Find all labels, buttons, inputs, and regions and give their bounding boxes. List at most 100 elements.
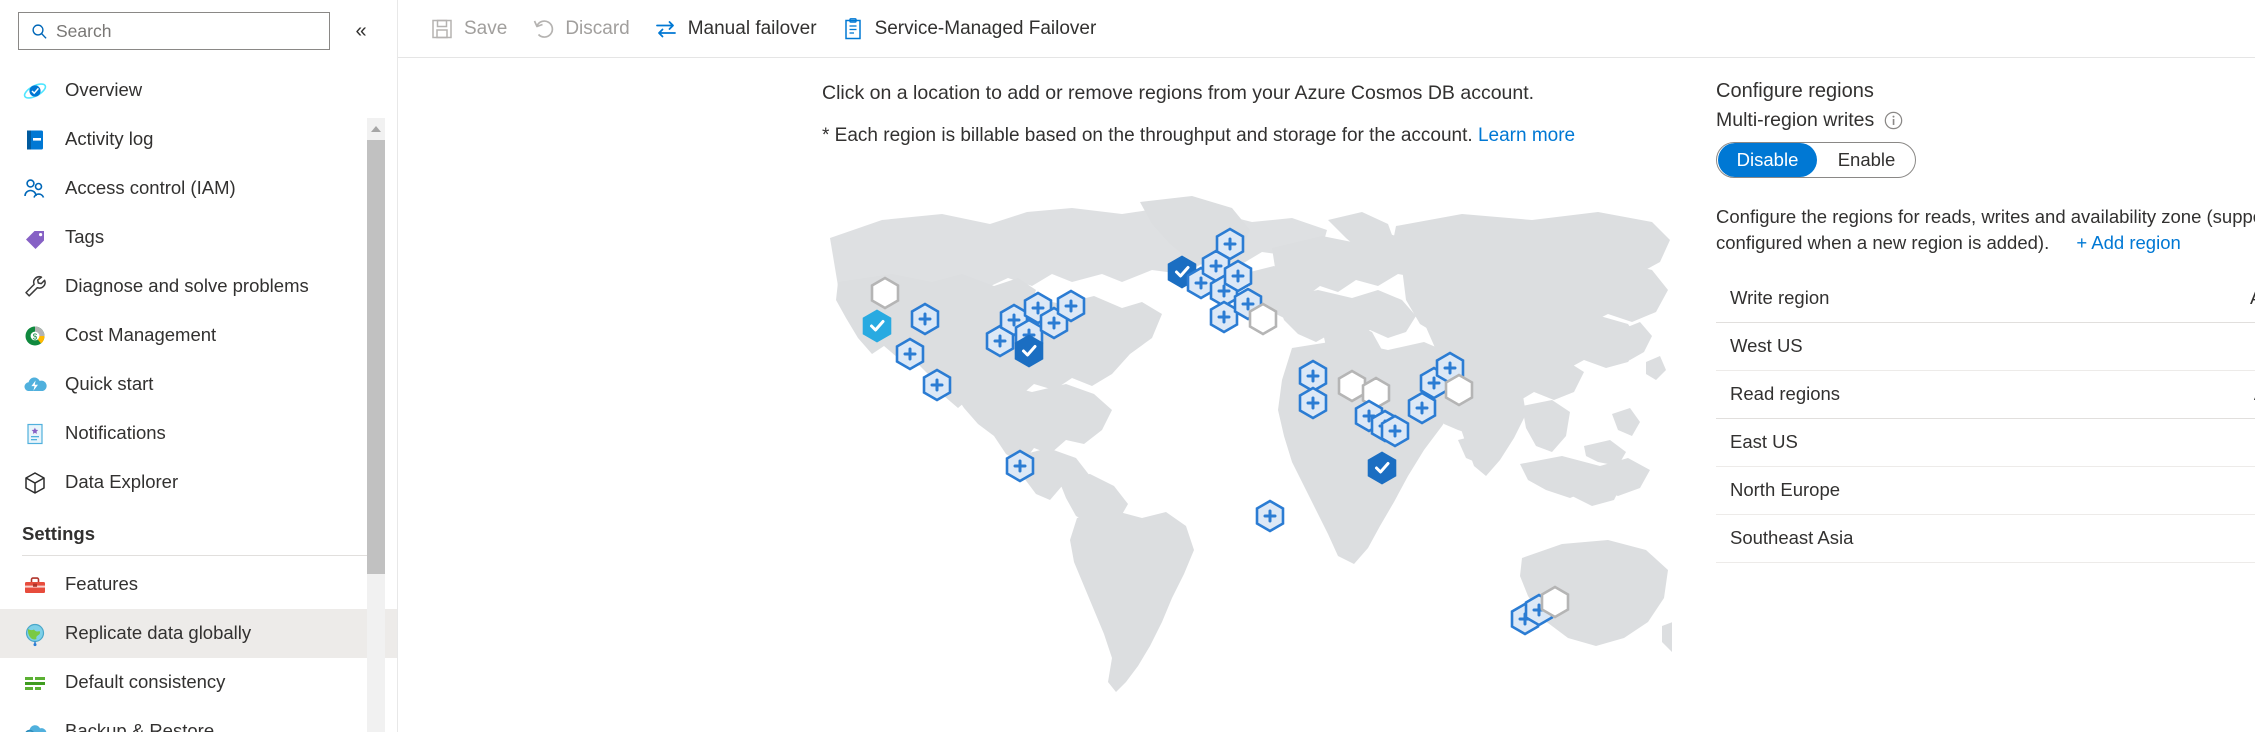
map-region-marker[interactable] (1407, 391, 1437, 425)
search-input[interactable] (56, 20, 306, 42)
activity-log-icon (22, 127, 48, 153)
marker-hexagon (1540, 585, 1570, 619)
sidebar-item-label: Quick start (65, 373, 154, 395)
map-region-marker[interactable] (922, 368, 952, 402)
marker-hexagon (1367, 451, 1397, 485)
access-control-icon (22, 176, 48, 202)
marker-hexagon (1337, 369, 1367, 403)
collapse-sidebar-button[interactable]: « (346, 16, 376, 46)
globe-icon (22, 621, 48, 647)
map-region-marker[interactable] (1298, 386, 1328, 420)
sidebar-item-label: Default consistency (65, 671, 226, 693)
world-map[interactable] (822, 178, 1672, 698)
map-region-marker[interactable] (1005, 449, 1035, 483)
map-region-marker[interactable] (1337, 369, 1367, 403)
sidebar-item-label: Features (65, 573, 139, 595)
sidebar-scrollbar-track[interactable] (367, 118, 385, 732)
command-toolbar: Save Discard Manual failover Service-Man… (398, 0, 2255, 58)
read-regions-header-row: Read regions Availability Zone Action (1716, 371, 2255, 419)
azure-portal-replicate-data-globally: « Overview (0, 0, 2255, 732)
map-region-marker[interactable] (1444, 373, 1474, 407)
world-map-svg[interactable] (822, 178, 1672, 698)
multi-region-writes-row: Multi-region writes (1716, 109, 2255, 132)
discard-button[interactable]: Discard (521, 11, 643, 47)
sidebar-item-label: Replicate data globally (65, 622, 252, 644)
map-region-marker[interactable] (862, 309, 892, 343)
sidebar-item-diagnose[interactable]: Diagnose and solve problems (0, 262, 397, 311)
map-pane: Click on a location to add or remove reg… (822, 82, 1682, 698)
intro-text: Click on a location to add or remove reg… (822, 82, 1535, 104)
add-region-link[interactable]: + Add region (2076, 232, 2180, 253)
map-region-marker[interactable] (1255, 499, 1285, 533)
info-icon[interactable] (1884, 111, 1903, 130)
sidebar-item-label: Data Explorer (65, 471, 179, 493)
sidebar-item-label: Access control (IAM) (65, 177, 236, 199)
service-managed-failover-button[interactable]: Service-Managed Failover (831, 11, 1111, 47)
multi-region-writes-label: Multi-region writes (1716, 109, 1875, 131)
consistency-icon (22, 670, 48, 696)
table-row[interactable]: North Europe (1716, 467, 2255, 515)
map-region-marker[interactable] (1380, 414, 1410, 448)
map-region-marker[interactable] (1209, 300, 1239, 334)
table-row[interactable]: East US (1716, 419, 2255, 467)
sidebar-item-data-explorer[interactable]: Data Explorer (0, 458, 397, 507)
learn-more-link[interactable]: Learn more (1478, 125, 1575, 146)
sidebar-divider (22, 555, 375, 556)
marker-hexagon (1014, 334, 1044, 368)
manual-failover-label: Manual failover (687, 17, 817, 39)
map-region-marker[interactable] (1223, 259, 1253, 293)
sidebar-item-features[interactable]: Features (0, 560, 397, 609)
map-region-marker[interactable] (1367, 451, 1397, 485)
map-region-marker[interactable] (870, 276, 900, 310)
sidebar-scrollbar-thumb[interactable] (367, 140, 385, 574)
main-content: Save Discard Manual failover Service-Man… (398, 0, 2255, 732)
read-region-name: East US (1730, 431, 1798, 453)
sidebar-item-quick-start[interactable]: Quick start (0, 360, 397, 409)
search-box[interactable] (18, 12, 330, 50)
sidebar-item-label: Tags (65, 226, 105, 248)
scroll-up-arrow-icon[interactable] (367, 120, 385, 138)
map-region-marker[interactable] (1248, 302, 1278, 336)
cosmos-db-icon (22, 78, 48, 104)
service-managed-failover-label: Service-Managed Failover (874, 17, 1097, 39)
configure-regions-title: Configure regions (1716, 80, 1874, 102)
sidebar-item-cost-management[interactable]: $ Cost Management (0, 311, 397, 360)
sidebar-item-backup-restore[interactable]: Backup & Restore (0, 707, 397, 732)
service-managed-failover-icon (844, 17, 861, 39)
discard-icon (534, 19, 554, 38)
multi-region-writes-toggle[interactable]: Disable Enable (1716, 142, 1916, 178)
map-region-marker[interactable] (1014, 334, 1044, 368)
sidebar-item-replicate-data-globally[interactable]: Replicate data globally (0, 609, 397, 658)
sidebar-item-notifications[interactable]: Notifications (0, 409, 397, 458)
marker-hexagon (1444, 373, 1474, 407)
manual-failover-button[interactable]: Manual failover (644, 11, 831, 47)
sidebar-item-label: Notifications (65, 422, 166, 444)
manual-failover-icon (655, 20, 676, 37)
read-availability-zone-cell (2196, 429, 2255, 455)
marker-hexagon (1248, 302, 1278, 336)
cost-management-icon: $ (22, 323, 48, 349)
wrench-icon (22, 274, 48, 300)
tag-icon (22, 225, 48, 251)
sidebar-item-default-consistency[interactable]: Default consistency (0, 658, 397, 707)
toggle-option-enable[interactable]: Enable (1819, 143, 1914, 177)
map-region-marker[interactable] (910, 302, 940, 336)
save-button[interactable]: Save (420, 11, 521, 47)
map-region-marker[interactable] (1056, 289, 1086, 323)
search-icon (32, 23, 47, 39)
map-region-marker[interactable] (1540, 585, 1570, 619)
sidebar-item-overview[interactable]: Overview (0, 66, 397, 115)
toolbox-icon (22, 572, 48, 598)
billing-note: * Each region is billable based on the t… (822, 125, 1682, 148)
data-explorer-icon (22, 470, 48, 496)
sidebar-item-activity-log[interactable]: Activity log (0, 115, 397, 164)
sidebar-item-tags[interactable]: Tags (0, 213, 397, 262)
quick-start-icon (22, 372, 48, 398)
sidebar-item-access-control[interactable]: Access control (IAM) (0, 164, 397, 213)
table-row[interactable]: West US (1716, 323, 2255, 371)
save-icon (432, 19, 452, 38)
map-region-marker[interactable] (895, 337, 925, 371)
table-row[interactable]: Southeast Asia (1716, 515, 2255, 563)
write-availability-zone-header: Availability Zone (2196, 287, 2255, 309)
toggle-option-disable[interactable]: Disable (1718, 143, 1818, 177)
